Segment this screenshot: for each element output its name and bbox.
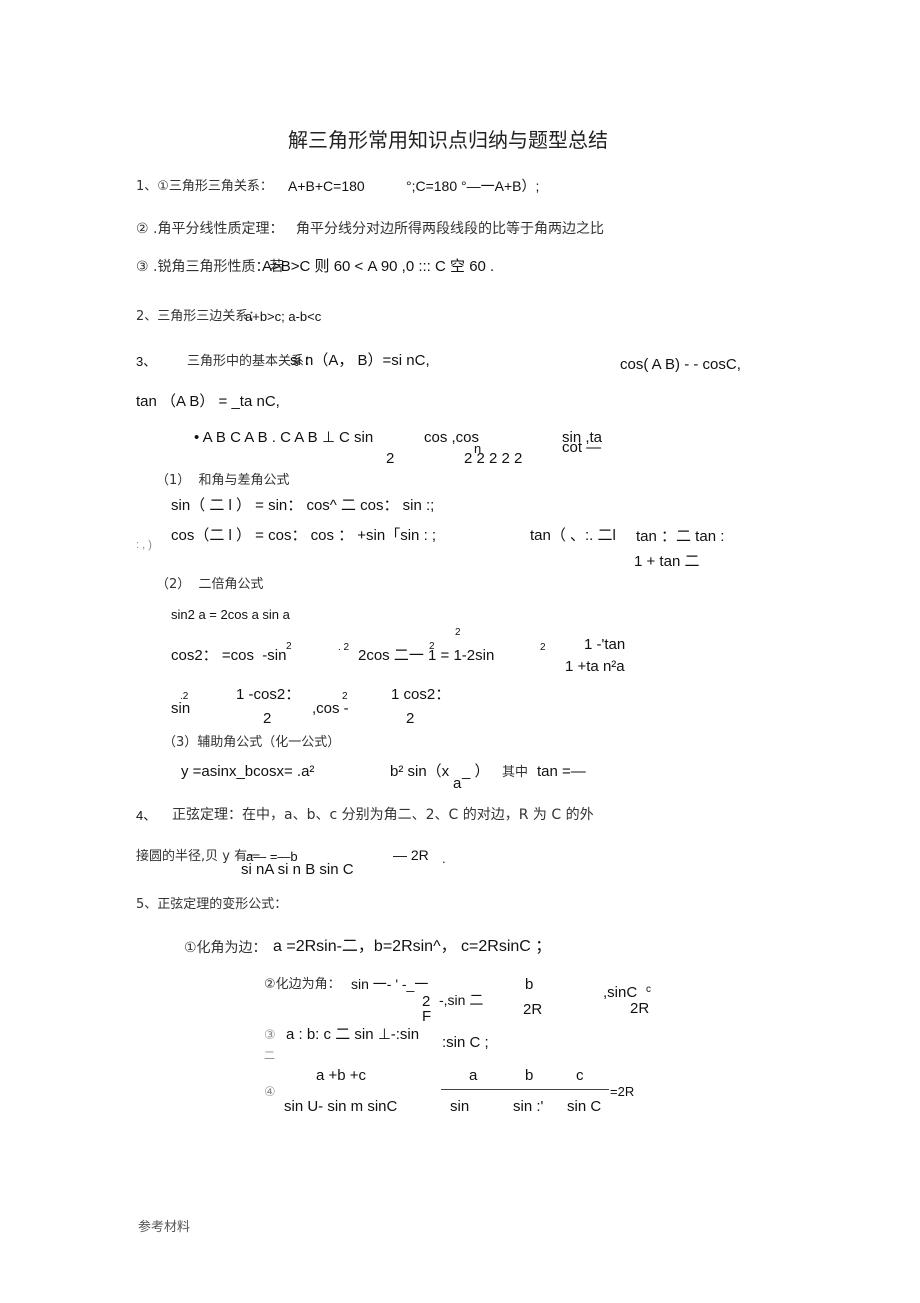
ratio-num-b: b xyxy=(525,1067,534,1084)
auxiliary-angle-formula-b2: _ ） xyxy=(462,763,490,780)
section-3-number: 3、 xyxy=(136,354,157,369)
angle-sum-formula-tail: °;C=180 °—一A+B）; xyxy=(406,178,540,194)
tan-relation: tan （A B） = _ta nC, xyxy=(136,393,280,410)
cos-squared-denominator: 2 xyxy=(406,710,415,727)
cos-double-sup-4: 2 xyxy=(455,627,461,638)
auxiliary-angle-tan: tan =— xyxy=(537,763,586,780)
section-1-line-2-label: ② .角平分线性质定理： xyxy=(136,221,284,237)
side-to-angle-num-c: c xyxy=(646,984,651,995)
sum-ratio-denominator: sin U- sin m sinC xyxy=(284,1098,398,1115)
sine-law-period: . xyxy=(442,851,446,866)
cos-double-sup-1: 2 xyxy=(286,641,292,652)
sin-squared-denominator: 2 xyxy=(263,710,272,727)
tan-sum-formula-b: tan ：二 tan : xyxy=(636,528,725,545)
side-to-angle-den-b: 2R xyxy=(523,1001,543,1018)
tan-sum-denominator: 1 + tan 二 xyxy=(634,553,700,570)
ratio-label: ③ xyxy=(264,1028,276,1043)
cos-relation: cos( A B) - - cosC, xyxy=(620,356,741,373)
half-angle-denominator-2: 2 2 2 2 2 xyxy=(464,450,523,467)
cos-double-sup-3: 2 xyxy=(429,641,435,652)
angle-sum-formula: A+B+C=180 xyxy=(288,178,365,194)
ratio-den-c: sin C xyxy=(567,1098,602,1115)
cos-squared: ,cos - xyxy=(312,700,349,717)
acute-triangle-formula: A>B>C 则 60 < A 90 ,0 ::: C 空 60 . xyxy=(262,258,495,275)
half-angle-denominator-1: 2 xyxy=(386,450,395,467)
double-angle-title: （2） 二倍角公式 xyxy=(156,577,264,592)
section-5-title: 5、正弦定理的变形公式： xyxy=(136,897,288,912)
angle-to-side-formula: a =2Rsin-二，b=2Rsin^， c=2RsinC ； xyxy=(273,938,552,955)
ratio-den-a: sin xyxy=(450,1098,470,1115)
side-to-angle-den-a: 2 xyxy=(422,993,431,1010)
cos-double-sup-5: 2 xyxy=(540,642,546,653)
cos-double-formula: cos2： =cos -sin xyxy=(171,647,287,664)
side-to-angle-formula-c: ,sinC xyxy=(603,984,638,1001)
ratio-formula: a : b: c 二 sin ⊥-:sin xyxy=(286,1026,420,1043)
cos-double-formula-b: 2cos 二一 1 = 1-2sin xyxy=(358,647,495,664)
side-to-angle-formula-b: -,sin 二 xyxy=(439,992,484,1008)
sine-law-text: 正弦定理：在中，a、b、c 分别为角二、2、C 的对边，R 为 C 的外 xyxy=(172,807,594,823)
half-angle-relation: • A B C A B . C A B ⊥ C sin xyxy=(194,429,374,446)
sum-ratio-label: ④ xyxy=(264,1085,276,1100)
ratio-formula-tail: :sin C ; xyxy=(442,1034,489,1051)
page-footer: 参考材料 xyxy=(138,1220,191,1235)
sum-difference-title: （1） 和角与差角公式 xyxy=(156,473,290,488)
cos-squared-sup: 2 xyxy=(342,691,348,702)
sin-squared-numerator: 1 -cos2： xyxy=(236,686,301,703)
section-4-number: 4、 xyxy=(136,808,157,823)
ratio-num-c: c xyxy=(576,1067,584,1084)
half-angle-cos: cos ,cos xyxy=(424,429,480,446)
ratio-num-a: a xyxy=(469,1067,478,1084)
side-to-angle-num-b: b xyxy=(525,976,534,993)
cos-sum-formula: cos（二 l ） = cos： cos ： +sin「sin : ; xyxy=(171,527,437,544)
ratio-equals-2r: =2R xyxy=(610,1084,635,1099)
fraction-bar xyxy=(441,1089,609,1090)
sine-law-2r: — 2R xyxy=(393,847,429,863)
ratio-den-b: sin :' xyxy=(513,1098,544,1115)
side-to-angle-formula-a: sin 一- ' -_一 xyxy=(351,976,429,992)
half-angle-cot: cot — xyxy=(562,439,602,456)
side-to-angle-label: ②化边为角： xyxy=(264,977,341,992)
auxiliary-angle-formula-b: b² sin（x xyxy=(390,763,450,780)
cos-double-sup-2: . 2 xyxy=(338,642,350,653)
ratio-under: 二 xyxy=(264,1049,275,1062)
side-relation-formula: a+b>c; a-b<c xyxy=(245,309,322,324)
auxiliary-angle-sub-a: a xyxy=(453,775,462,792)
auxiliary-angle-where: 其中 xyxy=(502,765,529,780)
tan-double-numerator: 1 -'tan xyxy=(584,636,626,653)
tan-double-denominator: 1 +ta n²a xyxy=(565,658,625,675)
angle-bisector-theorem: 角平分线分对边所得两段线段的比等于角两边之比 xyxy=(296,221,604,237)
auxiliary-angle-title: （3）辅助角公式（化一公式） xyxy=(163,735,341,750)
side-to-angle-den-c: 2R xyxy=(630,1000,650,1017)
sin-double-formula: sin2 a = 2cos a sin a xyxy=(171,607,290,622)
sin-squared-sup: .2 xyxy=(180,691,189,702)
sum-ratio-numerator: a +b +c xyxy=(316,1067,367,1084)
angle-to-side-label: ①化角为边： xyxy=(184,940,267,956)
cos-sum-prefix: : , ) xyxy=(136,539,152,551)
sin-squared: sin xyxy=(171,700,191,717)
section-1-line-1-label: 1、①三角形三角关系： xyxy=(136,179,273,194)
tan-sum-formula-a: tan（ 、:. 二l xyxy=(530,527,616,544)
sin-sum-formula: sin（ 二 l ） = sin： cos^ 二 cos： sin :; xyxy=(171,497,435,514)
cos-squared-numerator: 1 cos2： xyxy=(391,686,451,703)
sine-law-denominators: si nA si n B sin C xyxy=(241,861,354,878)
section-2-label: 2、三角形三边关系： xyxy=(136,309,262,324)
page-title: 解三角形常用知识点归纳与题型总结 xyxy=(288,128,608,152)
auxiliary-angle-formula: y =asinx_bcosx= .a² xyxy=(181,763,315,780)
side-to-angle-den-a2: F xyxy=(422,1008,432,1025)
sin-relation: si n（A， B）=si nC, xyxy=(290,352,430,369)
